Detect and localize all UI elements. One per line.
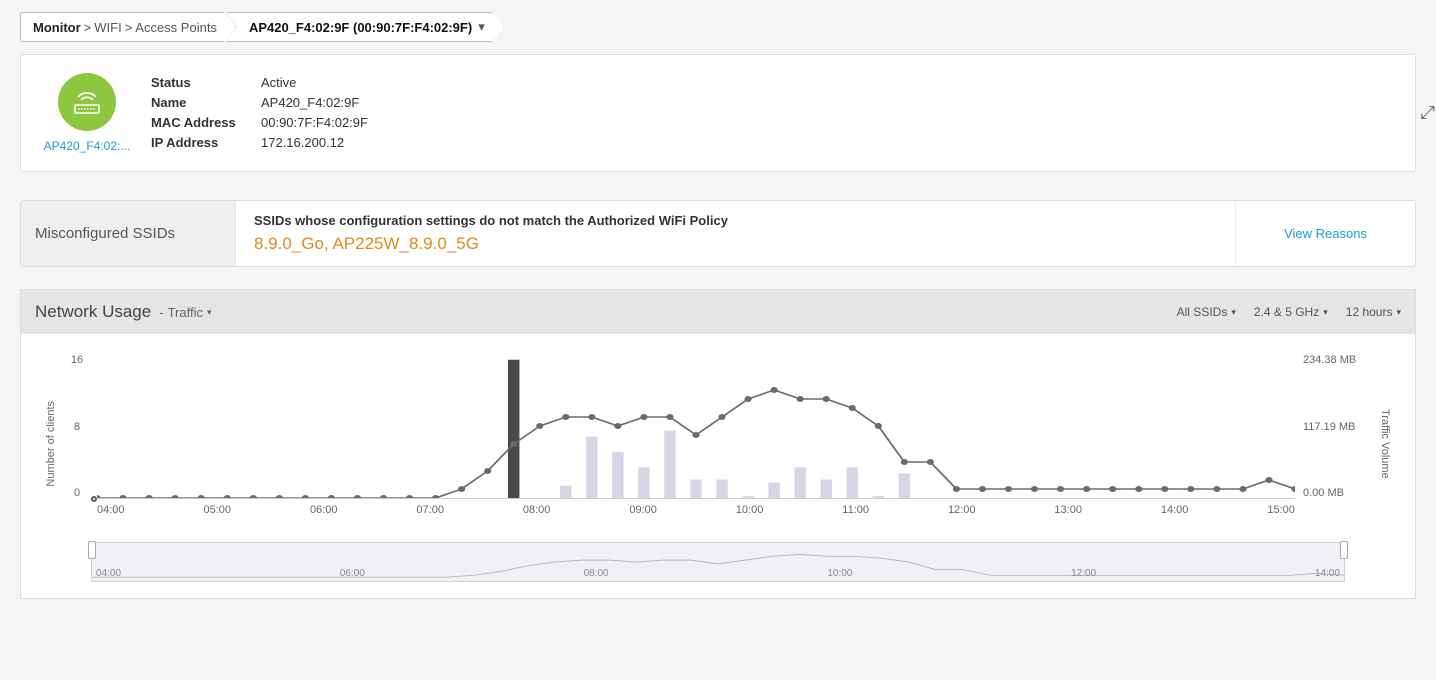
- scrubber-tick: 06:00: [340, 568, 365, 579]
- y-right-tick: 0.00 MB: [1303, 487, 1373, 499]
- x-tick: 11:00: [842, 504, 869, 516]
- scrubber-tick: 14:00: [1315, 568, 1340, 579]
- label-mac: MAC Address: [151, 113, 261, 133]
- scrubber-tick: 08:00: [584, 568, 609, 579]
- misconfigured-ssids-card: Misconfigured SSIDs SSIDs whose configur…: [20, 200, 1416, 267]
- ssid-filter-dropdown[interactable]: All SSIDs▾: [1177, 305, 1236, 319]
- breadcrumb-access-points: Access Points: [135, 20, 217, 35]
- device-summary-card: AP420_F4:02:... Status Active Name AP420…: [20, 54, 1416, 172]
- scrubber-tick: 12:00: [1071, 568, 1096, 579]
- scrubber-handle-right[interactable]: [1340, 541, 1348, 559]
- x-tick: 10:00: [736, 504, 764, 516]
- chevron-down-icon: ▾: [1323, 307, 1328, 318]
- x-tick: 14:00: [1161, 504, 1189, 516]
- x-tick: 12:00: [948, 504, 976, 516]
- network-usage-chart: 16 8 0 234.38 MB 117.19 MB 0.00 MB 04:00 05:0…: [63, 354, 1373, 534]
- x-tick: 04:00: [97, 504, 125, 516]
- breadcrumb-wifi: WIFI: [94, 20, 121, 35]
- view-reasons-link[interactable]: View Reasons: [1235, 201, 1415, 266]
- y-axis-left-label: Number of clients: [45, 401, 57, 487]
- value-mac: 00:90:7F:F4:02:9F: [261, 113, 368, 133]
- x-tick: 06:00: [310, 504, 338, 516]
- x-tick: 13:00: [1054, 504, 1082, 516]
- x-tick: 07:00: [416, 504, 444, 516]
- chevron-down-icon: ▾: [207, 307, 212, 318]
- x-tick: 05:00: [203, 504, 231, 516]
- misconfigured-title: Misconfigured SSIDs: [21, 201, 236, 266]
- chevron-down-icon: ▾: [1396, 307, 1401, 318]
- misconfigured-ssid-list: 8.9.0_Go, AP225W_8.9.0_5G: [254, 234, 1217, 254]
- timerange-dropdown[interactable]: 12 hours▾: [1346, 305, 1401, 319]
- network-usage-panel: Network Usage Traffic ▾ All SSIDs▾ 2.4 &…: [20, 289, 1416, 599]
- device-properties: Status Active Name AP420_F4:02:9F MAC Ad…: [151, 73, 368, 153]
- x-tick: 08:00: [523, 504, 551, 516]
- label-status: Status: [151, 73, 261, 93]
- breadcrumb-root[interactable]: Monitor > WIFI > Access Points: [20, 12, 236, 42]
- y-right-tick: 234.38 MB: [1303, 354, 1373, 366]
- scrubber-handle-left[interactable]: [88, 541, 96, 559]
- breadcrumb-current-label: AP420_F4:02:9F (00:90:7F:F4:02:9F): [249, 20, 472, 35]
- breadcrumb-monitor: Monitor: [33, 20, 81, 35]
- access-point-icon: [58, 73, 116, 131]
- breadcrumb-current-device[interactable]: AP420_F4:02:9F (00:90:7F:F4:02:9F) ▾: [226, 12, 504, 42]
- y-axis-right-label: Traffic Volume: [1379, 409, 1391, 479]
- scrubber-tick: 04:00: [96, 568, 121, 579]
- network-usage-title: Network Usage: [35, 302, 151, 322]
- value-status: Active: [261, 73, 296, 93]
- label-name: Name: [151, 93, 261, 113]
- band-filter-dropdown[interactable]: 2.4 & 5 GHz▾: [1254, 305, 1328, 319]
- metric-dropdown[interactable]: Traffic ▾: [159, 305, 211, 320]
- y-right-tick: 117.19 MB: [1303, 421, 1373, 433]
- device-name-link[interactable]: AP420_F4:02:...: [41, 139, 133, 153]
- expand-icon[interactable]: ⤢: [1421, 103, 1435, 124]
- legend-clients-icon: [91, 496, 97, 502]
- network-usage-header: Network Usage Traffic ▾ All SSIDs▾ 2.4 &…: [21, 290, 1415, 334]
- y-left-tick: 16: [63, 354, 91, 366]
- chart-plot-area: [97, 354, 1295, 499]
- chevron-down-icon: ▾: [478, 19, 485, 35]
- y-left-tick: 0: [63, 487, 91, 499]
- misconfigured-heading: SSIDs whose configuration settings do no…: [254, 213, 1217, 228]
- value-ip: 172.16.200.12: [261, 133, 344, 153]
- breadcrumb: Monitor > WIFI > Access Points AP420_F4:…: [20, 12, 1416, 42]
- y-left-tick: 8: [63, 421, 91, 433]
- label-ip: IP Address: [151, 133, 261, 153]
- chevron-down-icon: ▾: [1231, 307, 1236, 318]
- time-range-scrubber[interactable]: 04:00 06:00 08:00 10:00 12:00 14:00: [91, 542, 1345, 582]
- x-tick: 09:00: [629, 504, 657, 516]
- x-tick: 15:00: [1267, 504, 1295, 516]
- scrubber-tick: 10:00: [827, 568, 852, 579]
- value-name: AP420_F4:02:9F: [261, 93, 359, 113]
